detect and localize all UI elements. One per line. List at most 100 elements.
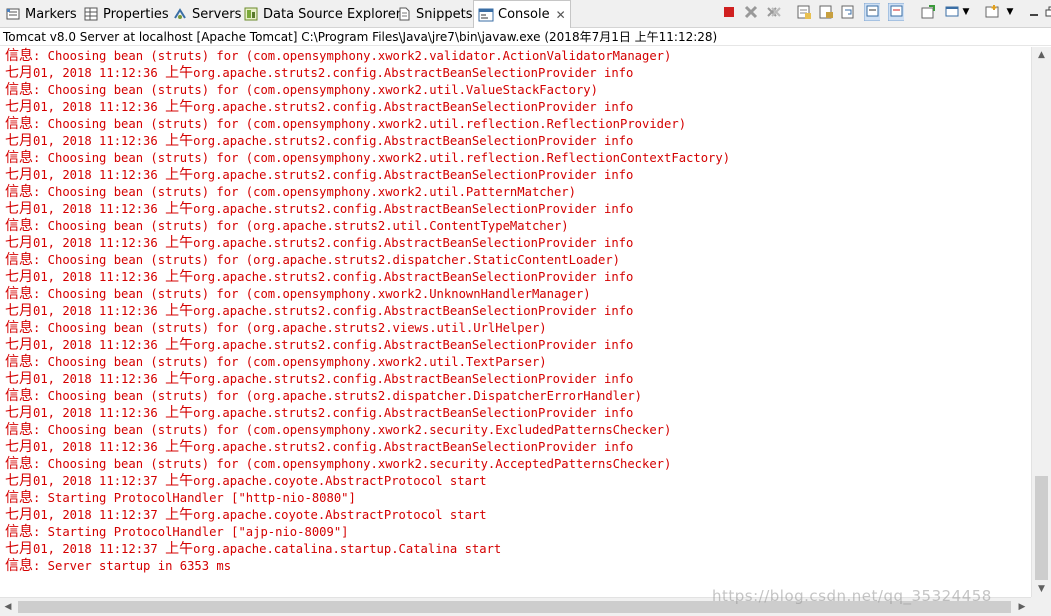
console-line: 信息: Choosing bean (struts) for (com.open… xyxy=(5,82,598,99)
console-text: 七月 xyxy=(5,303,33,319)
console-line: 信息: Choosing bean (struts) for (com.open… xyxy=(5,456,671,473)
minimize-icon[interactable] xyxy=(1026,4,1042,20)
console-text: 七月 xyxy=(5,507,33,523)
console-line: 七月01, 2018 11:12:36 上午org.apache.struts2… xyxy=(5,269,633,286)
console-line: 信息: Choosing bean (struts) for (com.open… xyxy=(5,116,686,133)
remove-launch-icon[interactable] xyxy=(743,4,759,20)
console-text: 信息 xyxy=(5,422,33,438)
tab-servers[interactable]: Servers xyxy=(172,3,241,25)
console-text: org.apache.struts2.config.AbstractBeanSe… xyxy=(193,304,634,318)
scrollbar-corner xyxy=(1031,597,1051,616)
console-line: 七月01, 2018 11:12:36 上午org.apache.struts2… xyxy=(5,439,633,456)
console-text: 七月 xyxy=(5,65,33,81)
console-text: org.apache.struts2.config.AbstractBeanSe… xyxy=(193,236,634,250)
remove-all-icon[interactable] xyxy=(766,4,782,20)
show-stderr-icon[interactable] xyxy=(888,3,904,21)
pin-console-icon[interactable] xyxy=(920,4,936,20)
show-stdout-icon[interactable] xyxy=(864,3,880,21)
console-line: 七月01, 2018 11:12:36 上午org.apache.struts2… xyxy=(5,167,633,184)
scroll-left-icon[interactable]: ◀ xyxy=(0,598,16,616)
scroll-right-icon[interactable]: ▶ xyxy=(1014,598,1030,616)
console-text: : Starting ProtocolHandler ["ajp-nio-800… xyxy=(33,525,349,539)
console-text: 七月 xyxy=(5,201,33,217)
console-text: 上午 xyxy=(165,303,194,319)
vertical-scrollbar[interactable]: ▲ ▼ xyxy=(1031,47,1051,597)
console-text: 01, 2018 11:12:36 xyxy=(33,168,166,182)
tab-snippets[interactable]: Snippets xyxy=(396,3,472,25)
tab-label: Markers xyxy=(25,6,77,22)
view-menu-icon[interactable]: ▼ xyxy=(1002,4,1018,20)
tab-label: Properties xyxy=(103,6,169,22)
console-text: 信息 xyxy=(5,116,33,132)
close-icon[interactable]: ✕ xyxy=(556,8,566,22)
console-text: 01, 2018 11:12:36 xyxy=(33,338,166,352)
console-text: org.apache.struts2.config.AbstractBeanSe… xyxy=(193,202,634,216)
console-text: 信息 xyxy=(5,184,33,200)
console-text: : Choosing bean (struts) for (com.opensy… xyxy=(33,355,547,369)
console-line: 七月01, 2018 11:12:36 上午org.apache.struts2… xyxy=(5,99,633,116)
console-text: org.apache.struts2.config.AbstractBeanSe… xyxy=(193,440,634,454)
console-text: 信息 xyxy=(5,218,33,234)
console-text: 01, 2018 11:12:36 xyxy=(33,406,166,420)
console-text: 01, 2018 11:12:36 xyxy=(33,304,166,318)
console-text: 七月 xyxy=(5,541,33,557)
console-text: 上午 xyxy=(165,269,194,285)
markers-icon xyxy=(5,6,21,22)
view-tab-bar: Markers Properties Servers Data Source E… xyxy=(0,0,1051,28)
tab-markers[interactable]: Markers xyxy=(5,3,77,25)
scroll-lock-icon[interactable] xyxy=(818,4,834,20)
console-text: 上午 xyxy=(165,541,194,557)
data-source-icon xyxy=(243,6,259,22)
console-text: 01, 2018 11:12:37 xyxy=(33,542,166,556)
scrollbar-thumb[interactable] xyxy=(1035,476,1048,580)
console-text: 七月 xyxy=(5,337,33,353)
console-text: 信息 xyxy=(5,252,33,268)
console-text: 信息 xyxy=(5,490,33,506)
tab-properties[interactable]: Properties xyxy=(83,3,169,25)
open-console-icon[interactable] xyxy=(984,4,1000,20)
console-line: 七月01, 2018 11:12:36 上午org.apache.struts2… xyxy=(5,235,633,252)
tab-data-source-explorer[interactable]: Data Source Explorer xyxy=(243,3,401,25)
maximize-icon[interactable] xyxy=(1043,4,1051,20)
console-text: org.apache.struts2.config.AbstractBeanSe… xyxy=(193,406,634,420)
console-text: 上午 xyxy=(165,507,194,523)
console-text: org.apache.struts2.config.AbstractBeanSe… xyxy=(193,66,634,80)
console-text: org.apache.catalina.startup.Catalina sta… xyxy=(193,542,502,556)
console-text: 七月 xyxy=(5,439,33,455)
console-text: 01, 2018 11:12:36 xyxy=(33,236,166,250)
snippets-icon xyxy=(396,6,412,22)
servers-icon xyxy=(172,6,188,22)
console-text: 七月 xyxy=(5,99,33,115)
terminate-icon[interactable] xyxy=(721,4,737,20)
tab-console[interactable]: Console ✕ xyxy=(473,0,571,28)
console-text: 上午 xyxy=(165,439,194,455)
console-text: 七月 xyxy=(5,133,33,149)
console-output[interactable]: 信息: Choosing bean (struts) for (com.open… xyxy=(0,47,1031,597)
console-text: : Choosing bean (struts) for (com.opensy… xyxy=(33,83,598,97)
console-text: 01, 2018 11:12:36 xyxy=(33,372,166,386)
console-text: 七月 xyxy=(5,405,33,421)
clear-console-icon[interactable] xyxy=(796,4,812,20)
console-line: 七月01, 2018 11:12:36 上午org.apache.struts2… xyxy=(5,405,633,422)
console-text: : Choosing bean (struts) for (org.apache… xyxy=(33,389,643,403)
console-text: 上午 xyxy=(165,201,194,217)
console-text: : Choosing bean (struts) for (com.opensy… xyxy=(33,117,687,131)
console-text: 七月 xyxy=(5,371,33,387)
console-text: : Starting ProtocolHandler ["http-nio-80… xyxy=(33,491,356,505)
console-text: org.apache.struts2.config.AbstractBeanSe… xyxy=(193,168,634,182)
tab-label: Servers xyxy=(192,6,242,22)
scroll-down-icon[interactable]: ▼ xyxy=(1032,581,1051,597)
console-text: : Choosing bean (struts) for (org.apache… xyxy=(33,219,569,233)
console-text: 信息 xyxy=(5,320,33,336)
word-wrap-icon[interactable] xyxy=(840,4,856,20)
console-text: org.apache.struts2.config.AbstractBeanSe… xyxy=(193,372,634,386)
scroll-up-icon[interactable]: ▲ xyxy=(1032,47,1051,63)
console-line: 七月01, 2018 11:12:36 上午org.apache.struts2… xyxy=(5,371,633,388)
console-text: : Server startup in 6353 ms xyxy=(33,559,232,573)
chevron-down-icon[interactable]: ▼ xyxy=(958,4,974,20)
console-line: 信息: Choosing bean (struts) for (org.apac… xyxy=(5,252,620,269)
console-icon xyxy=(478,7,494,23)
console-text: 01, 2018 11:12:37 xyxy=(33,474,166,488)
console-line: 信息: Choosing bean (struts) for (org.apac… xyxy=(5,218,569,235)
console-line: 信息: Starting ProtocolHandler ["ajp-nio-8… xyxy=(5,524,349,541)
